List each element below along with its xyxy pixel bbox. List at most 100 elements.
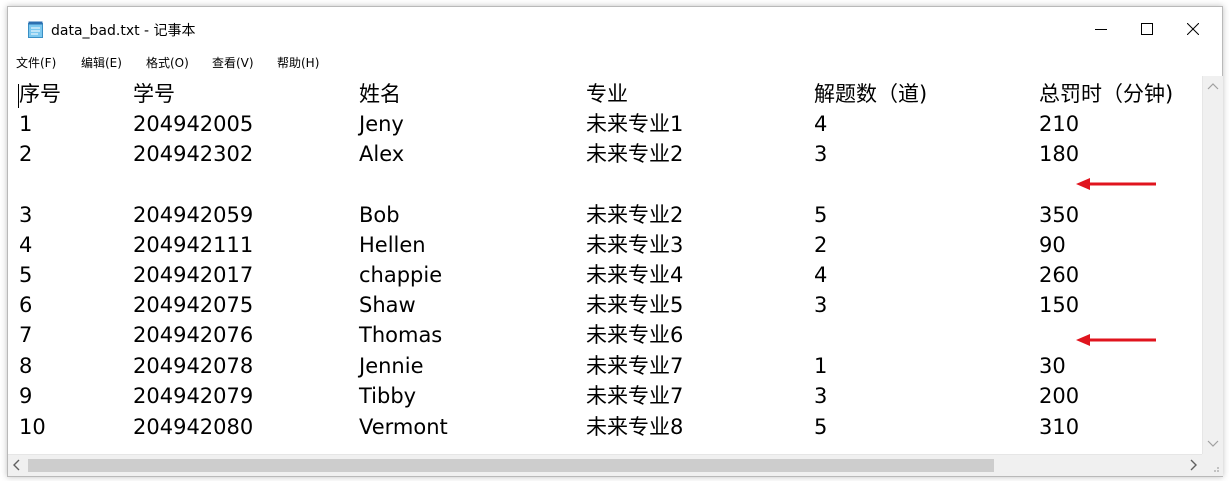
table-cell: 30	[1039, 354, 1066, 378]
chevron-down-icon[interactable]	[1207, 440, 1219, 448]
notepad-window: data_bad.txt - 记事本 文件(F) 编辑(E) 格式(O) 查看(…	[7, 6, 1223, 477]
table-cell: 未来专业7	[586, 384, 684, 408]
table-cell: 5	[814, 415, 828, 439]
table-row: 10 204942080 Vermont 未来专业8 5 310	[8, 412, 1202, 442]
table-cell: 3	[19, 203, 33, 227]
close-button[interactable]	[1170, 7, 1216, 51]
text-editor-area[interactable]: 序号 学号 姓名 专业 解题数（道) 总罚时（分钟) 1 204942005 J…	[8, 76, 1202, 454]
table-cell: 180	[1039, 142, 1080, 166]
table-cell: Bob	[359, 203, 400, 227]
table-row: 1 204942005 Jeny 未来专业1 4 210	[8, 109, 1202, 139]
maximize-icon	[1141, 23, 1153, 35]
table-cell: 9	[19, 384, 33, 408]
table-row: 6 204942075 Shaw 未来专业5 3 150	[8, 290, 1202, 320]
maximize-button[interactable]	[1124, 7, 1170, 51]
table-row: 5 204942017 chappie 未来专业4 4 260	[8, 260, 1202, 290]
table-cell: 未来专业4	[586, 263, 684, 287]
table-cell: Tibby	[359, 384, 417, 408]
table-cell: Thomas	[359, 323, 443, 347]
table-cell: 1	[19, 112, 33, 136]
close-icon	[1187, 23, 1199, 35]
header-cell: 学号	[133, 82, 175, 106]
table-row: 7 204942076 Thomas 未来专业6	[8, 320, 1202, 350]
table-cell: 90	[1039, 233, 1066, 257]
horizontal-scrollbar[interactable]	[8, 454, 1202, 476]
table-cell: 未来专业1	[586, 112, 684, 136]
table-cell: 5	[814, 203, 828, 227]
menu-format[interactable]: 格式(O)	[146, 54, 189, 71]
table-cell: chappie	[359, 263, 443, 287]
header-cell: 序号	[19, 82, 61, 106]
chevron-right-icon[interactable]	[1190, 459, 1198, 471]
header-cell: 解题数（道)	[814, 82, 928, 106]
menu-edit[interactable]: 编辑(E)	[81, 54, 122, 71]
minimize-button[interactable]	[1078, 7, 1124, 51]
table-cell: 未来专业3	[586, 233, 684, 257]
table-cell: 350	[1039, 203, 1080, 227]
table-cell: 204942079	[133, 384, 254, 408]
table-cell: 未来专业2	[586, 142, 684, 166]
chevron-up-icon[interactable]	[1207, 82, 1219, 90]
table-cell: 3	[814, 384, 828, 408]
table-cell: 未来专业8	[586, 415, 684, 439]
menu-file[interactable]: 文件(F)	[16, 54, 56, 71]
table-cell: Hellen	[359, 233, 426, 257]
red-arrow-annotation	[1076, 334, 1156, 346]
table-cell: 4	[814, 263, 828, 287]
header-cell: 总罚时（分钟)	[1039, 82, 1174, 106]
chevron-left-icon[interactable]	[12, 459, 20, 471]
header-cell: 专业	[586, 82, 628, 106]
table-row: 3 204942059 Bob 未来专业2 5 350	[8, 200, 1202, 230]
table-cell: 未来专业2	[586, 203, 684, 227]
table-row: 2 204942302 Alex 未来专业2 3 180	[8, 139, 1202, 169]
table-cell: 5	[19, 263, 33, 287]
menu-bar: 文件(F) 编辑(E) 格式(O) 查看(V) 帮助(H)	[8, 52, 1222, 74]
table-cell: 8	[19, 354, 33, 378]
table-cell: 未来专业6	[586, 323, 684, 347]
table-cell: 150	[1039, 293, 1080, 317]
table-cell: Vermont	[359, 415, 448, 439]
table-cell: 6	[19, 293, 33, 317]
menu-help[interactable]: 帮助(H)	[277, 54, 319, 71]
table-cell: 2	[19, 142, 33, 166]
table-cell: 200	[1039, 384, 1080, 408]
table-cell: Jennie	[359, 354, 424, 378]
table-cell: Alex	[359, 142, 405, 166]
table-cell: 204942080	[133, 415, 254, 439]
header-row: 序号 学号 姓名 专业 解题数（道) 总罚时（分钟)	[8, 79, 1202, 109]
red-arrow-annotation	[1076, 178, 1156, 190]
table-cell: 7	[19, 323, 33, 347]
vertical-scrollbar[interactable]	[1202, 76, 1223, 454]
table-cell: 204942078	[133, 354, 254, 378]
resize-grip-icon	[1214, 467, 1219, 472]
horizontal-scroll-thumb[interactable]	[28, 459, 994, 472]
menu-view[interactable]: 查看(V)	[212, 54, 254, 71]
table-cell: 未来专业7	[586, 354, 684, 378]
title-bar[interactable]: data_bad.txt - 记事本	[8, 7, 1222, 51]
table-row-empty	[8, 169, 1202, 199]
table-cell: 204942076	[133, 323, 254, 347]
table-cell: 204942059	[133, 203, 254, 227]
table-row: 8 204942078 Jennie 未来专业7 1 30	[8, 351, 1202, 381]
window-title: data_bad.txt - 记事本	[51, 23, 196, 39]
table-cell: 10	[19, 415, 46, 439]
resize-grip[interactable]	[1202, 454, 1223, 476]
table-row: 4 204942111 Hellen 未来专业3 2 90	[8, 230, 1202, 260]
table-cell: 1	[814, 354, 828, 378]
notepad-icon	[28, 21, 43, 38]
table-cell: 3	[814, 142, 828, 166]
table-cell: 2	[814, 233, 828, 257]
header-cell: 姓名	[359, 82, 401, 106]
minimize-icon	[1095, 29, 1107, 30]
table-cell: 210	[1039, 112, 1080, 136]
table-row: 9 204942079 Tibby 未来专业7 3 200	[8, 381, 1202, 411]
table-cell: 4	[19, 233, 33, 257]
table-cell: 310	[1039, 415, 1080, 439]
table-cell: 未来专业5	[586, 293, 684, 317]
table-cell: 204942302	[133, 142, 254, 166]
table-cell: 260	[1039, 263, 1080, 287]
table-cell: 204942111	[133, 233, 254, 257]
table-cell: Shaw	[359, 293, 416, 317]
table-cell: 204942075	[133, 293, 254, 317]
table-cell: Jeny	[359, 112, 404, 136]
